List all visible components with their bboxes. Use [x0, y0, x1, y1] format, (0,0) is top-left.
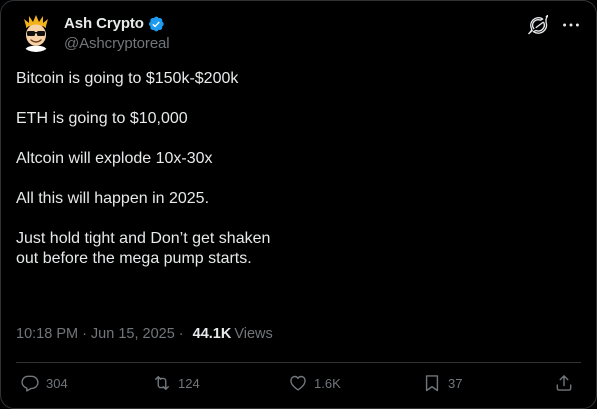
repost-icon	[152, 373, 172, 393]
post-paragraph: All this will happen in 2025.	[16, 190, 210, 207]
post-paragraph: Bitcoin is going to $150k-$200k	[16, 70, 239, 87]
more-icon[interactable]	[560, 14, 582, 36]
action-bar: 304 124 1.6K 37	[20, 373, 574, 399]
post-text: Bitcoin is going to $150k-$200k ETH is g…	[16, 69, 576, 269]
post-meta: 10:18 PM · Jun 15, 2025 · 44.1K Views	[16, 326, 273, 342]
post-date[interactable]: Jun 15, 2025	[91, 326, 175, 342]
author-display-name[interactable]: Ash Crypto	[64, 15, 144, 32]
post-paragraph: Altcoin will explode 10x-30x	[16, 150, 213, 167]
heart-icon	[288, 373, 308, 393]
author-names: Ash Crypto @Ashcryptoreal	[64, 14, 170, 52]
reply-count: 304	[46, 375, 68, 391]
post-time[interactable]: 10:18 PM	[16, 326, 78, 342]
repost-button[interactable]: 124	[152, 373, 200, 393]
like-button[interactable]: 1.6K	[288, 373, 341, 393]
views-count[interactable]: 44.1K	[193, 326, 232, 342]
verified-badge-icon[interactable]	[147, 15, 165, 33]
bookmark-button[interactable]: 37	[422, 373, 462, 393]
display-name-row: Ash Crypto	[64, 14, 170, 33]
meta-separator: ·	[178, 326, 184, 342]
reply-button[interactable]: 304	[20, 373, 68, 393]
grok-icon[interactable]	[528, 13, 550, 35]
repost-count: 124	[178, 375, 200, 391]
post-paragraph: Just hold tight and Don’t get shaken out…	[16, 230, 271, 267]
views-label: Views	[234, 326, 273, 342]
share-icon	[554, 373, 574, 393]
meta-separator: ·	[82, 326, 87, 342]
post-paragraph: ETH is going to $10,000	[16, 110, 188, 127]
divider	[16, 362, 581, 363]
reply-icon	[20, 373, 40, 393]
bookmark-icon	[422, 373, 442, 393]
post-card[interactable]: Ash Crypto @Ashcryptoreal Bitcoin is goi…	[0, 0, 597, 409]
post-header: Ash Crypto @Ashcryptoreal	[16, 11, 582, 55]
like-count: 1.6K	[314, 375, 341, 391]
avatar[interactable]	[16, 12, 56, 52]
author-handle[interactable]: @Ashcryptoreal	[64, 35, 170, 52]
bookmark-count: 37	[448, 375, 463, 391]
avatar-image	[16, 12, 56, 52]
share-button[interactable]	[554, 373, 574, 393]
